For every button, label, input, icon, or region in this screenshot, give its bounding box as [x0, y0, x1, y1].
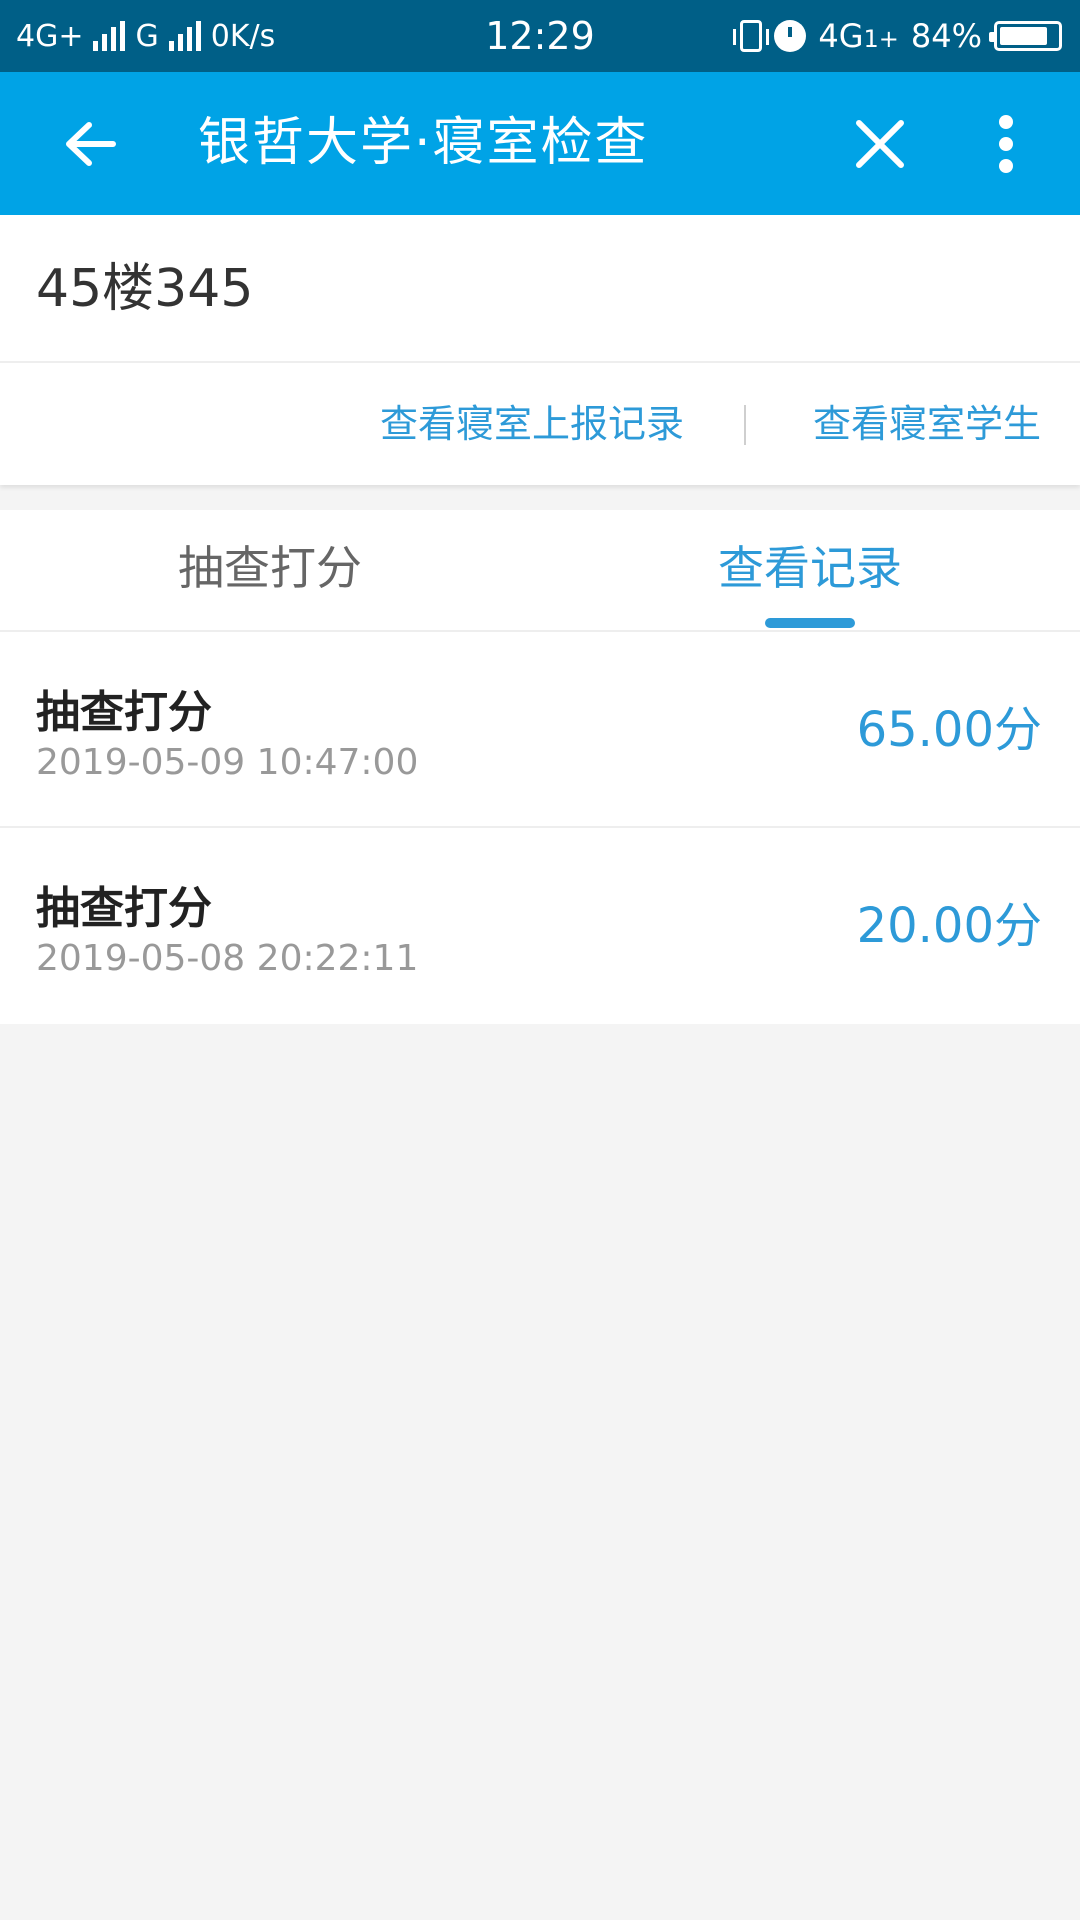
active-tab-indicator: [765, 618, 855, 628]
record-time: 2019-05-09 10:47:00: [36, 742, 419, 783]
page-title: 银哲大学·寝室检查: [198, 113, 649, 173]
network-right-label: 4G1+: [818, 17, 899, 55]
battery-percent: 84%: [910, 17, 982, 55]
status-right: 4G1+ 84%: [733, 0, 1062, 72]
room-name: 45楼345: [36, 259, 254, 319]
list-item[interactable]: 抽查打分 2019-05-08 20:22:11 20.00分: [0, 828, 1080, 1024]
record-score: 20.00分: [856, 898, 1042, 954]
close-icon: [856, 120, 904, 168]
view-students-link[interactable]: 查看寝室学生: [813, 363, 1041, 485]
record-title: 抽查打分: [36, 687, 212, 738]
close-button[interactable]: [840, 108, 920, 180]
record-time: 2019-05-08 20:22:11: [36, 938, 419, 979]
tab-view-records[interactable]: 查看记录: [540, 510, 1080, 630]
arrow-left-icon: [66, 122, 116, 166]
list-item[interactable]: 抽查打分 2019-05-09 10:47:00 65.00分: [0, 632, 1080, 828]
app-bar: 银哲大学·寝室检查: [0, 72, 1080, 215]
more-button[interactable]: [976, 108, 1036, 180]
record-score: 65.00分: [856, 702, 1042, 758]
back-button[interactable]: [50, 108, 130, 180]
record-title: 抽查打分: [36, 883, 212, 934]
tab-bar: 抽查打分 查看记录: [0, 510, 1080, 632]
link-divider: [744, 405, 746, 445]
vibrate-icon: [733, 20, 770, 52]
tab-spot-check[interactable]: 抽查打分: [0, 510, 540, 630]
clock: 12:29: [485, 14, 595, 58]
room-links: 查看寝室上报记录 查看寝室学生: [0, 363, 1080, 485]
more-vertical-icon: [999, 115, 1013, 173]
records-list: 抽查打分 2019-05-09 10:47:00 65.00分 抽查打分 201…: [0, 632, 1080, 1024]
view-reports-link[interactable]: 查看寝室上报记录: [380, 363, 684, 485]
battery-icon: [989, 21, 1062, 51]
status-bar: 4G+ G 0K/s 12:29 4G1+ 84%: [0, 0, 1080, 72]
room-header: 45楼345: [0, 215, 1080, 363]
alarm-icon: [774, 20, 807, 52]
